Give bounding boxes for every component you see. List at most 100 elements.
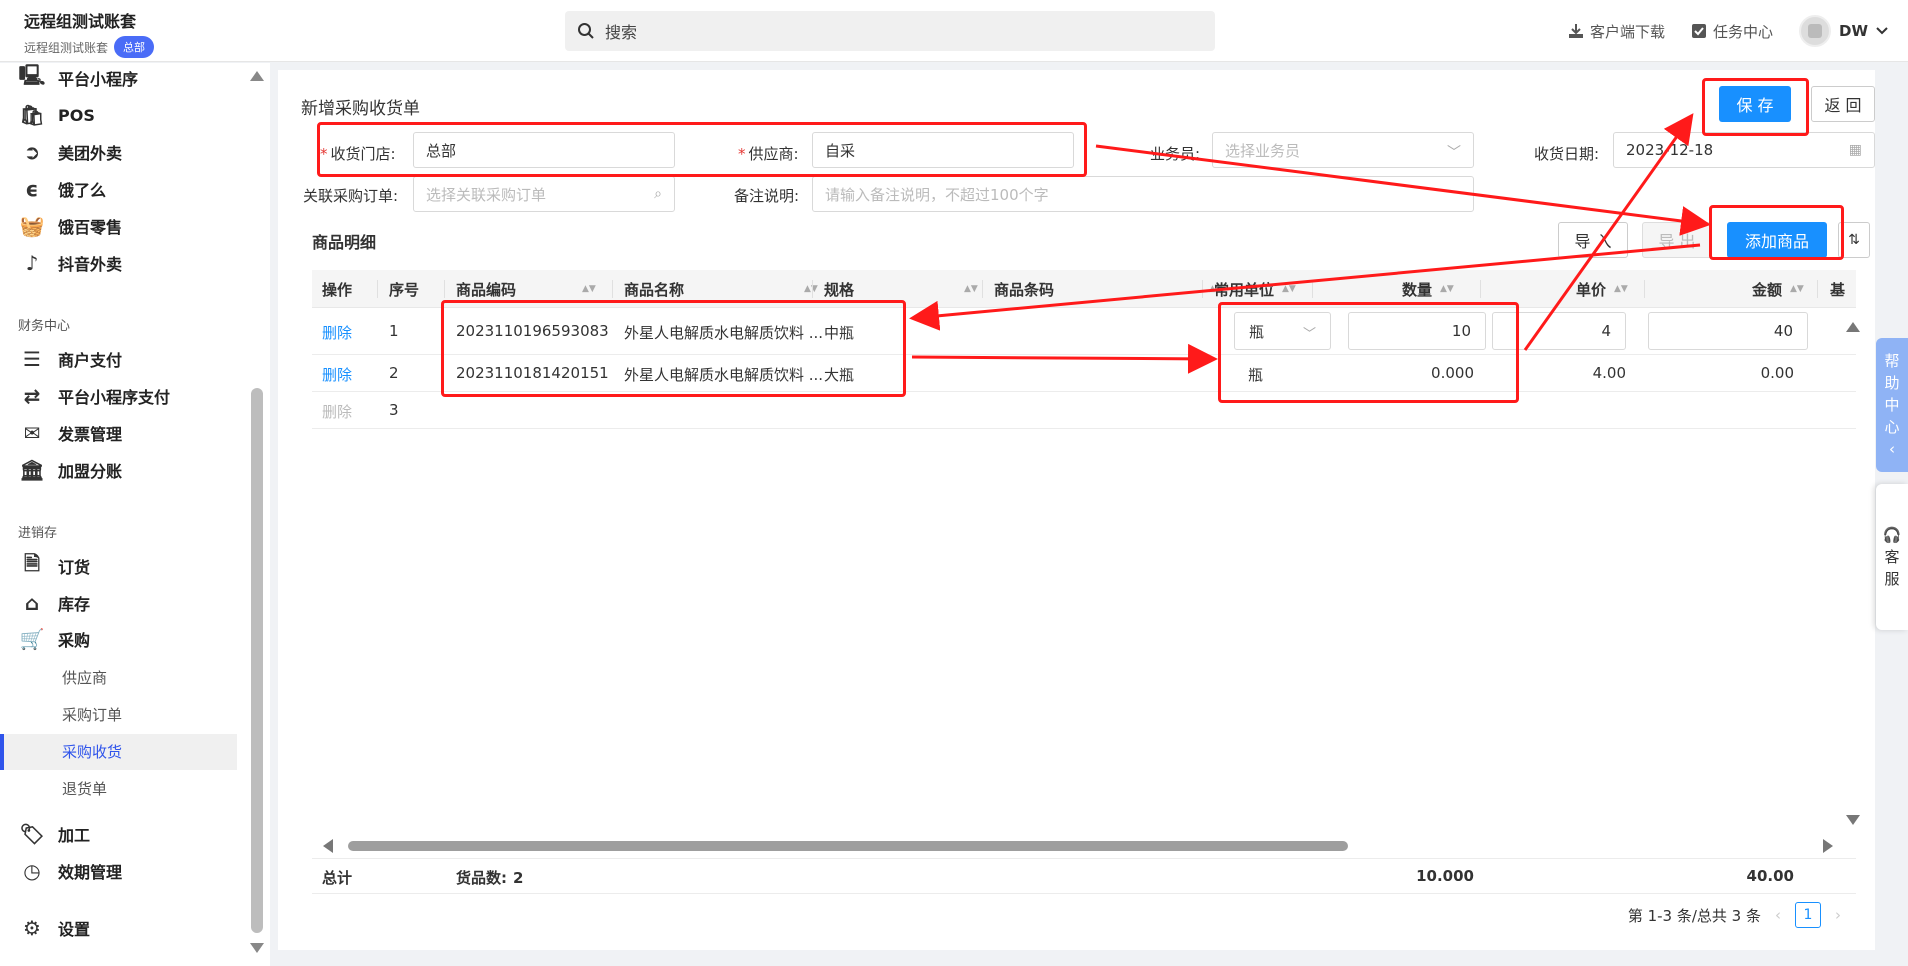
col-barcode[interactable]: 商品条码 ▲▼ bbox=[994, 270, 1223, 308]
amount-value[interactable]: 0.00 bbox=[1732, 364, 1794, 382]
eleme-icon: ϵ bbox=[25, 177, 39, 201]
related-order-label: 关联采购订单: bbox=[303, 187, 399, 205]
account-title: 远程组测试账套 bbox=[24, 12, 137, 31]
next-page-icon[interactable]: › bbox=[1835, 906, 1841, 924]
sidebar-item-douyin[interactable]: ♪ 抖音外卖 bbox=[20, 248, 122, 278]
table-row: 删除 3 bbox=[312, 392, 1856, 429]
annotation-box-add-product bbox=[1709, 205, 1844, 260]
document-icon: 🗎 bbox=[23, 551, 41, 575]
sort-icon: ▲▼ bbox=[1282, 283, 1296, 294]
sidebar-item-label: 采购 bbox=[58, 631, 91, 650]
sort-icon: ▲▼ bbox=[582, 283, 596, 294]
amount-input[interactable]: 40 bbox=[1648, 312, 1808, 350]
help-center-tab[interactable]: 帮 助 中 心 ‹ bbox=[1876, 338, 1908, 472]
prev-page-icon[interactable]: ‹ bbox=[1775, 906, 1781, 924]
remark-input[interactable]: 请输入备注说明，不超过100个字 bbox=[812, 176, 1474, 212]
sidebar-item-expiry[interactable]: ◷ 效期管理 bbox=[20, 856, 122, 886]
related-order-select[interactable]: 选择关联采购订单 ⌕ bbox=[413, 176, 675, 212]
row-index: 1 bbox=[389, 322, 399, 340]
search-icon: ⌕ bbox=[654, 186, 662, 202]
table-scroll-up-icon[interactable] bbox=[1846, 322, 1860, 332]
sidebar-item-eleme[interactable]: ϵ 饿了么 bbox=[20, 174, 106, 204]
delete-link[interactable]: 删除 bbox=[322, 364, 352, 385]
shopping-bag-icon: 🛍 bbox=[19, 103, 45, 127]
sidebar-item-label: 库存 bbox=[58, 595, 91, 614]
brand: 远程组测试账套 远程组测试账套 总部 bbox=[24, 8, 155, 58]
col-index: 序号 bbox=[389, 280, 420, 299]
scroll-left-arrow-icon[interactable] bbox=[323, 839, 333, 853]
account-name: 远程组测试账套 bbox=[24, 40, 109, 55]
sidebar-sub-supplier[interactable]: 供应商 bbox=[62, 667, 107, 688]
sidebar-sub-purchase-order[interactable]: 采购订单 bbox=[62, 704, 122, 725]
sidebar-item-franchise-split[interactable]: 🏛 加盟分账 bbox=[19, 455, 123, 485]
basket-icon: 🧺 bbox=[19, 214, 45, 238]
clock-icon: ◷ bbox=[23, 859, 41, 883]
sidebar-item-purchase[interactable]: 🛒 采购 bbox=[20, 624, 90, 654]
sidebar-scroll-thumb[interactable] bbox=[251, 388, 263, 933]
delete-link-disabled: 删除 bbox=[322, 403, 353, 421]
table-scroll-down-icon[interactable] bbox=[1846, 815, 1860, 825]
col-amount[interactable]: 金额 ▲▼ bbox=[1752, 270, 1804, 308]
horizontal-scroll-thumb[interactable] bbox=[348, 841, 1348, 851]
task-center-label: 任务中心 bbox=[1712, 22, 1773, 41]
back-button[interactable]: 返 回 bbox=[1811, 86, 1875, 122]
sidebar-item-label: 加盟分账 bbox=[58, 462, 123, 481]
scroll-up-arrow-icon[interactable] bbox=[250, 71, 264, 81]
section-title: 商品明细 bbox=[312, 233, 377, 252]
download-client-link[interactable]: 客户端下载 bbox=[1568, 21, 1665, 42]
sidebar-item-label: 设置 bbox=[58, 920, 91, 939]
sidebar-item-label: 平台小程序 bbox=[58, 70, 139, 89]
total-qty: 10.000 bbox=[1416, 867, 1474, 885]
sidebar-item-processing[interactable]: 🏷 加工 bbox=[19, 819, 90, 849]
sidebar-item-settings[interactable]: ⚙ 设置 bbox=[20, 913, 90, 943]
sidebar-item-stock[interactable]: ⌂ 库存 bbox=[20, 588, 90, 618]
task-center-link[interactable]: 任务中心 bbox=[1691, 21, 1773, 42]
col-price[interactable]: 单价 ▲▼ bbox=[1576, 270, 1628, 308]
sidebar-item-label: 平台小程序支付 bbox=[58, 388, 171, 407]
sidebar-item-merchant-pay[interactable]: ☰ 商户支付 bbox=[20, 344, 122, 374]
sidebar-item-invoice[interactable]: ✉ 发票管理 bbox=[20, 418, 122, 448]
main-card: 新增采购收货单 保 存 返 回 * 收货门店: 总部 * 供应商: 自采 业务员: … bbox=[278, 70, 1875, 950]
salesman-select[interactable]: 选择业务员 ﹀ bbox=[1212, 132, 1474, 168]
sidebar-item-pos[interactable]: 🛍 POS bbox=[19, 100, 95, 130]
sort-icon: ▲▼ bbox=[964, 283, 978, 294]
sidebar-item-label: POS bbox=[58, 105, 95, 125]
salesman-label: 业务员: bbox=[1150, 145, 1201, 163]
download-icon bbox=[1568, 24, 1583, 38]
annotation-box-unit-qty bbox=[1218, 302, 1519, 403]
annotation-box-save bbox=[1702, 78, 1809, 136]
sidebar-sub-return[interactable]: 退货单 bbox=[62, 778, 107, 799]
sidebar-group-finance: 财务中心 bbox=[18, 319, 71, 334]
sidebar-item-miniapp-pay[interactable]: ⇄ 平台小程序支付 bbox=[20, 381, 170, 411]
sidebar-item-label: 效期管理 bbox=[58, 863, 123, 882]
sidebar-item-meituan[interactable]: ➲ 美团外卖 bbox=[20, 137, 122, 167]
sidebar-item-ebai-retail[interactable]: 🧺 饿百零售 bbox=[20, 211, 122, 241]
sidebar-item-label: 订货 bbox=[58, 558, 91, 577]
import-button[interactable]: 导 入 bbox=[1558, 222, 1628, 258]
pagination: 第 1-3 条/总共 3 条 ‹ 1 › bbox=[1628, 902, 1841, 928]
col-base: 基 bbox=[1830, 280, 1846, 299]
scroll-down-arrow-icon[interactable] bbox=[250, 943, 264, 953]
customer-service-tab[interactable]: 🎧 客 服 bbox=[1876, 484, 1908, 630]
user-menu[interactable]: DW bbox=[1799, 15, 1888, 47]
top-actions: 客户端下载 任务中心 DW bbox=[1568, 0, 1888, 62]
bank-icon: 🏛 bbox=[19, 458, 45, 482]
sidebar-item-label: 饿了么 bbox=[58, 181, 107, 200]
export-button: 导 出 bbox=[1642, 222, 1712, 258]
scroll-right-arrow-icon[interactable] bbox=[1823, 839, 1833, 853]
monitor-icon: 🖳 bbox=[18, 63, 46, 87]
search-input[interactable]: 搜索 bbox=[565, 11, 1215, 51]
cart-icon: 🛒 bbox=[19, 627, 45, 651]
warehouse-icon: ⌂ bbox=[24, 591, 40, 615]
tiktok-icon: ♪ bbox=[25, 251, 39, 275]
sidebar-item-platform-miniapp[interactable]: 🖳 平台小程序 bbox=[18, 63, 139, 93]
store-badge[interactable]: 总部 bbox=[114, 36, 155, 58]
page-number[interactable]: 1 bbox=[1795, 902, 1821, 928]
sidebar-item-ordering[interactable]: 🗎 订货 bbox=[20, 551, 90, 581]
gear-icon: ⚙ bbox=[23, 916, 41, 940]
sidebar-sub-purchase-receipt[interactable]: 采购收货 bbox=[62, 741, 122, 762]
price-value[interactable]: 4.00 bbox=[1572, 364, 1626, 382]
delete-link[interactable]: 删除 bbox=[322, 322, 352, 343]
invoice-icon: ✉ bbox=[23, 421, 41, 445]
receipt-date-picker[interactable]: 2023-12-18 ▦ bbox=[1613, 132, 1875, 168]
